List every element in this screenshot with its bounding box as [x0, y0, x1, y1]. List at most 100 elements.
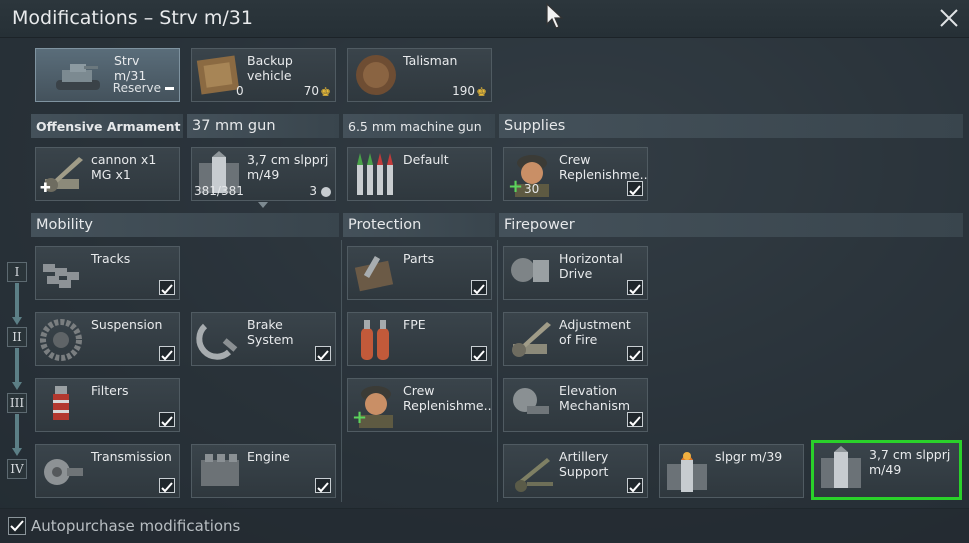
mod-parts[interactable]: Parts	[347, 246, 492, 300]
section-gun: 37 mm gun	[187, 114, 339, 138]
tier-marker: I	[7, 262, 27, 282]
mod-checkbox[interactable]	[471, 346, 487, 361]
section-offensive-armament: Offensive Armament	[31, 114, 183, 138]
mod-checkbox[interactable]	[159, 478, 175, 493]
checkmark-icon	[629, 350, 641, 361]
mod-label: Transmission	[91, 449, 172, 464]
mod-checkbox[interactable]	[315, 478, 331, 493]
plus-icon: +	[508, 176, 524, 197]
ammo-belts: 3	[309, 184, 317, 198]
section-protection: Protection	[343, 213, 495, 237]
armament-card[interactable]: ✚ cannon x1 MG x1	[35, 147, 180, 201]
mg-ammo-icon	[357, 153, 393, 195]
filter-icon	[53, 386, 69, 420]
autopurchase-checkbox[interactable]	[8, 517, 26, 535]
mod-label: Engine	[247, 449, 290, 464]
section-firepower: Firepower	[499, 213, 963, 237]
parts-icon	[354, 255, 394, 292]
talisman-label: Talisman	[403, 53, 458, 68]
suspension-icon	[40, 319, 82, 361]
mod-elevation-mechanism[interactable]: Elevation Mechanism	[503, 378, 648, 432]
checkmark-icon	[317, 482, 329, 493]
supply-crew-card[interactable]: + 30 Crew Replenishme...	[503, 147, 648, 201]
mod-checkbox[interactable]	[627, 346, 643, 361]
mg-ammo-name: Default	[403, 152, 449, 167]
mod-label: Brake System	[247, 317, 294, 347]
mod-engine[interactable]: Engine	[191, 444, 336, 498]
mod-label: Adjustment of Fire	[559, 317, 631, 347]
cannon-count: cannon x1 MG x1	[91, 152, 157, 182]
tier-arrow-icon	[12, 283, 22, 325]
reserve-minus-icon	[165, 87, 174, 90]
wrench-icon: ✚	[40, 181, 51, 196]
backup-price: 70	[303, 84, 319, 98]
section-mobility: Mobility	[31, 213, 339, 237]
supply-count: 30	[524, 182, 540, 196]
mod-checkbox[interactable]	[627, 280, 643, 295]
mod-label: Elevation Mechanism	[559, 383, 631, 413]
horizontal-drive-icon	[511, 258, 549, 282]
mod-checkbox[interactable]	[159, 280, 175, 295]
checkmark-icon	[10, 520, 24, 532]
mod-checkbox[interactable]	[627, 412, 643, 427]
mod-label: Artillery Support	[559, 449, 609, 479]
mod-label: FPE	[403, 317, 426, 332]
checkmark-icon	[161, 284, 173, 295]
checkmark-icon	[473, 350, 485, 361]
talisman-icon	[356, 55, 396, 95]
talisman-price: 190	[452, 84, 475, 98]
checkmark-icon	[317, 350, 329, 361]
backup-count: 0	[236, 84, 244, 98]
cannon-icon	[512, 322, 551, 357]
autopurchase-label[interactable]: Autopurchase modifications	[31, 517, 240, 535]
mod-brake-system[interactable]: Brake System	[191, 312, 336, 366]
mod-checkbox[interactable]	[471, 280, 487, 295]
backup-vehicle-card[interactable]: Backup vehicle 0 70 ♚	[191, 48, 336, 102]
golden-eagle-icon: ♚	[320, 85, 331, 99]
mod-suspension[interactable]: Suspension	[35, 312, 180, 366]
mod-adjustment-of-fire[interactable]: Adjustment of Fire	[503, 312, 648, 366]
mod-tracks[interactable]: Tracks	[35, 246, 180, 300]
extinguisher-icon	[361, 320, 389, 360]
plus-icon: +	[352, 407, 368, 428]
window-titlebar: Modifications – Strv m/31	[0, 0, 969, 38]
engine-icon	[201, 454, 239, 486]
section-mg: 6.5 mm machine gun	[343, 114, 495, 138]
checkmark-icon	[629, 185, 641, 196]
section-supplies: Supplies	[499, 114, 963, 138]
mod-artillery-support[interactable]: Artillery Support	[503, 444, 648, 498]
checkmark-icon	[629, 482, 641, 493]
mod-crew-replenishment[interactable]: + Crew Replenishme...	[347, 378, 492, 432]
golden-eagle-icon: ♚	[476, 85, 487, 99]
tier-marker: III	[7, 393, 27, 413]
supply-checkbox[interactable]	[627, 181, 643, 196]
mod-filters[interactable]: Filters	[35, 378, 180, 432]
dropdown-indicator-icon[interactable]	[258, 202, 268, 208]
mod-checkbox[interactable]	[159, 412, 175, 427]
supply-crew-label: Crew Replenishme...	[559, 152, 648, 182]
vehicle-card[interactable]: Strv m/31 Reserve	[35, 48, 180, 102]
mod-fpe[interactable]: FPE	[347, 312, 492, 366]
close-icon[interactable]	[937, 6, 961, 30]
backup-label: Backup vehicle	[247, 53, 293, 83]
checkmark-icon	[629, 416, 641, 427]
mod-label: Horizontal Drive	[559, 251, 623, 281]
mod-horizontal-drive[interactable]: Horizontal Drive	[503, 246, 648, 300]
mod-slpgr[interactable]: slpgr m/39	[659, 444, 804, 498]
mod-label: Suspension	[91, 317, 163, 332]
mod-checkbox[interactable]	[627, 478, 643, 493]
mouse-cursor-icon	[546, 2, 564, 29]
he-shell-icon	[667, 452, 707, 492]
ammo-card-mg[interactable]: Default	[347, 147, 492, 201]
talisman-card[interactable]: Talisman 190 ♚	[347, 48, 492, 102]
ammo-card-gun[interactable]: 3,7 cm slpprj m/49 381/381 3	[191, 147, 336, 201]
mod-checkbox[interactable]	[159, 346, 175, 361]
window-title: Modifications – Strv m/31	[12, 7, 253, 29]
mod-transmission[interactable]: Transmission	[35, 444, 180, 498]
tier-arrow-icon	[12, 348, 22, 390]
ammo-stack-icon	[321, 187, 331, 197]
tier-marker: IV	[7, 459, 27, 479]
mod-label: Tracks	[91, 251, 131, 266]
mod-slpprj[interactable]: 3,7 cm slpprj m/49	[811, 440, 962, 500]
mod-checkbox[interactable]	[315, 346, 331, 361]
